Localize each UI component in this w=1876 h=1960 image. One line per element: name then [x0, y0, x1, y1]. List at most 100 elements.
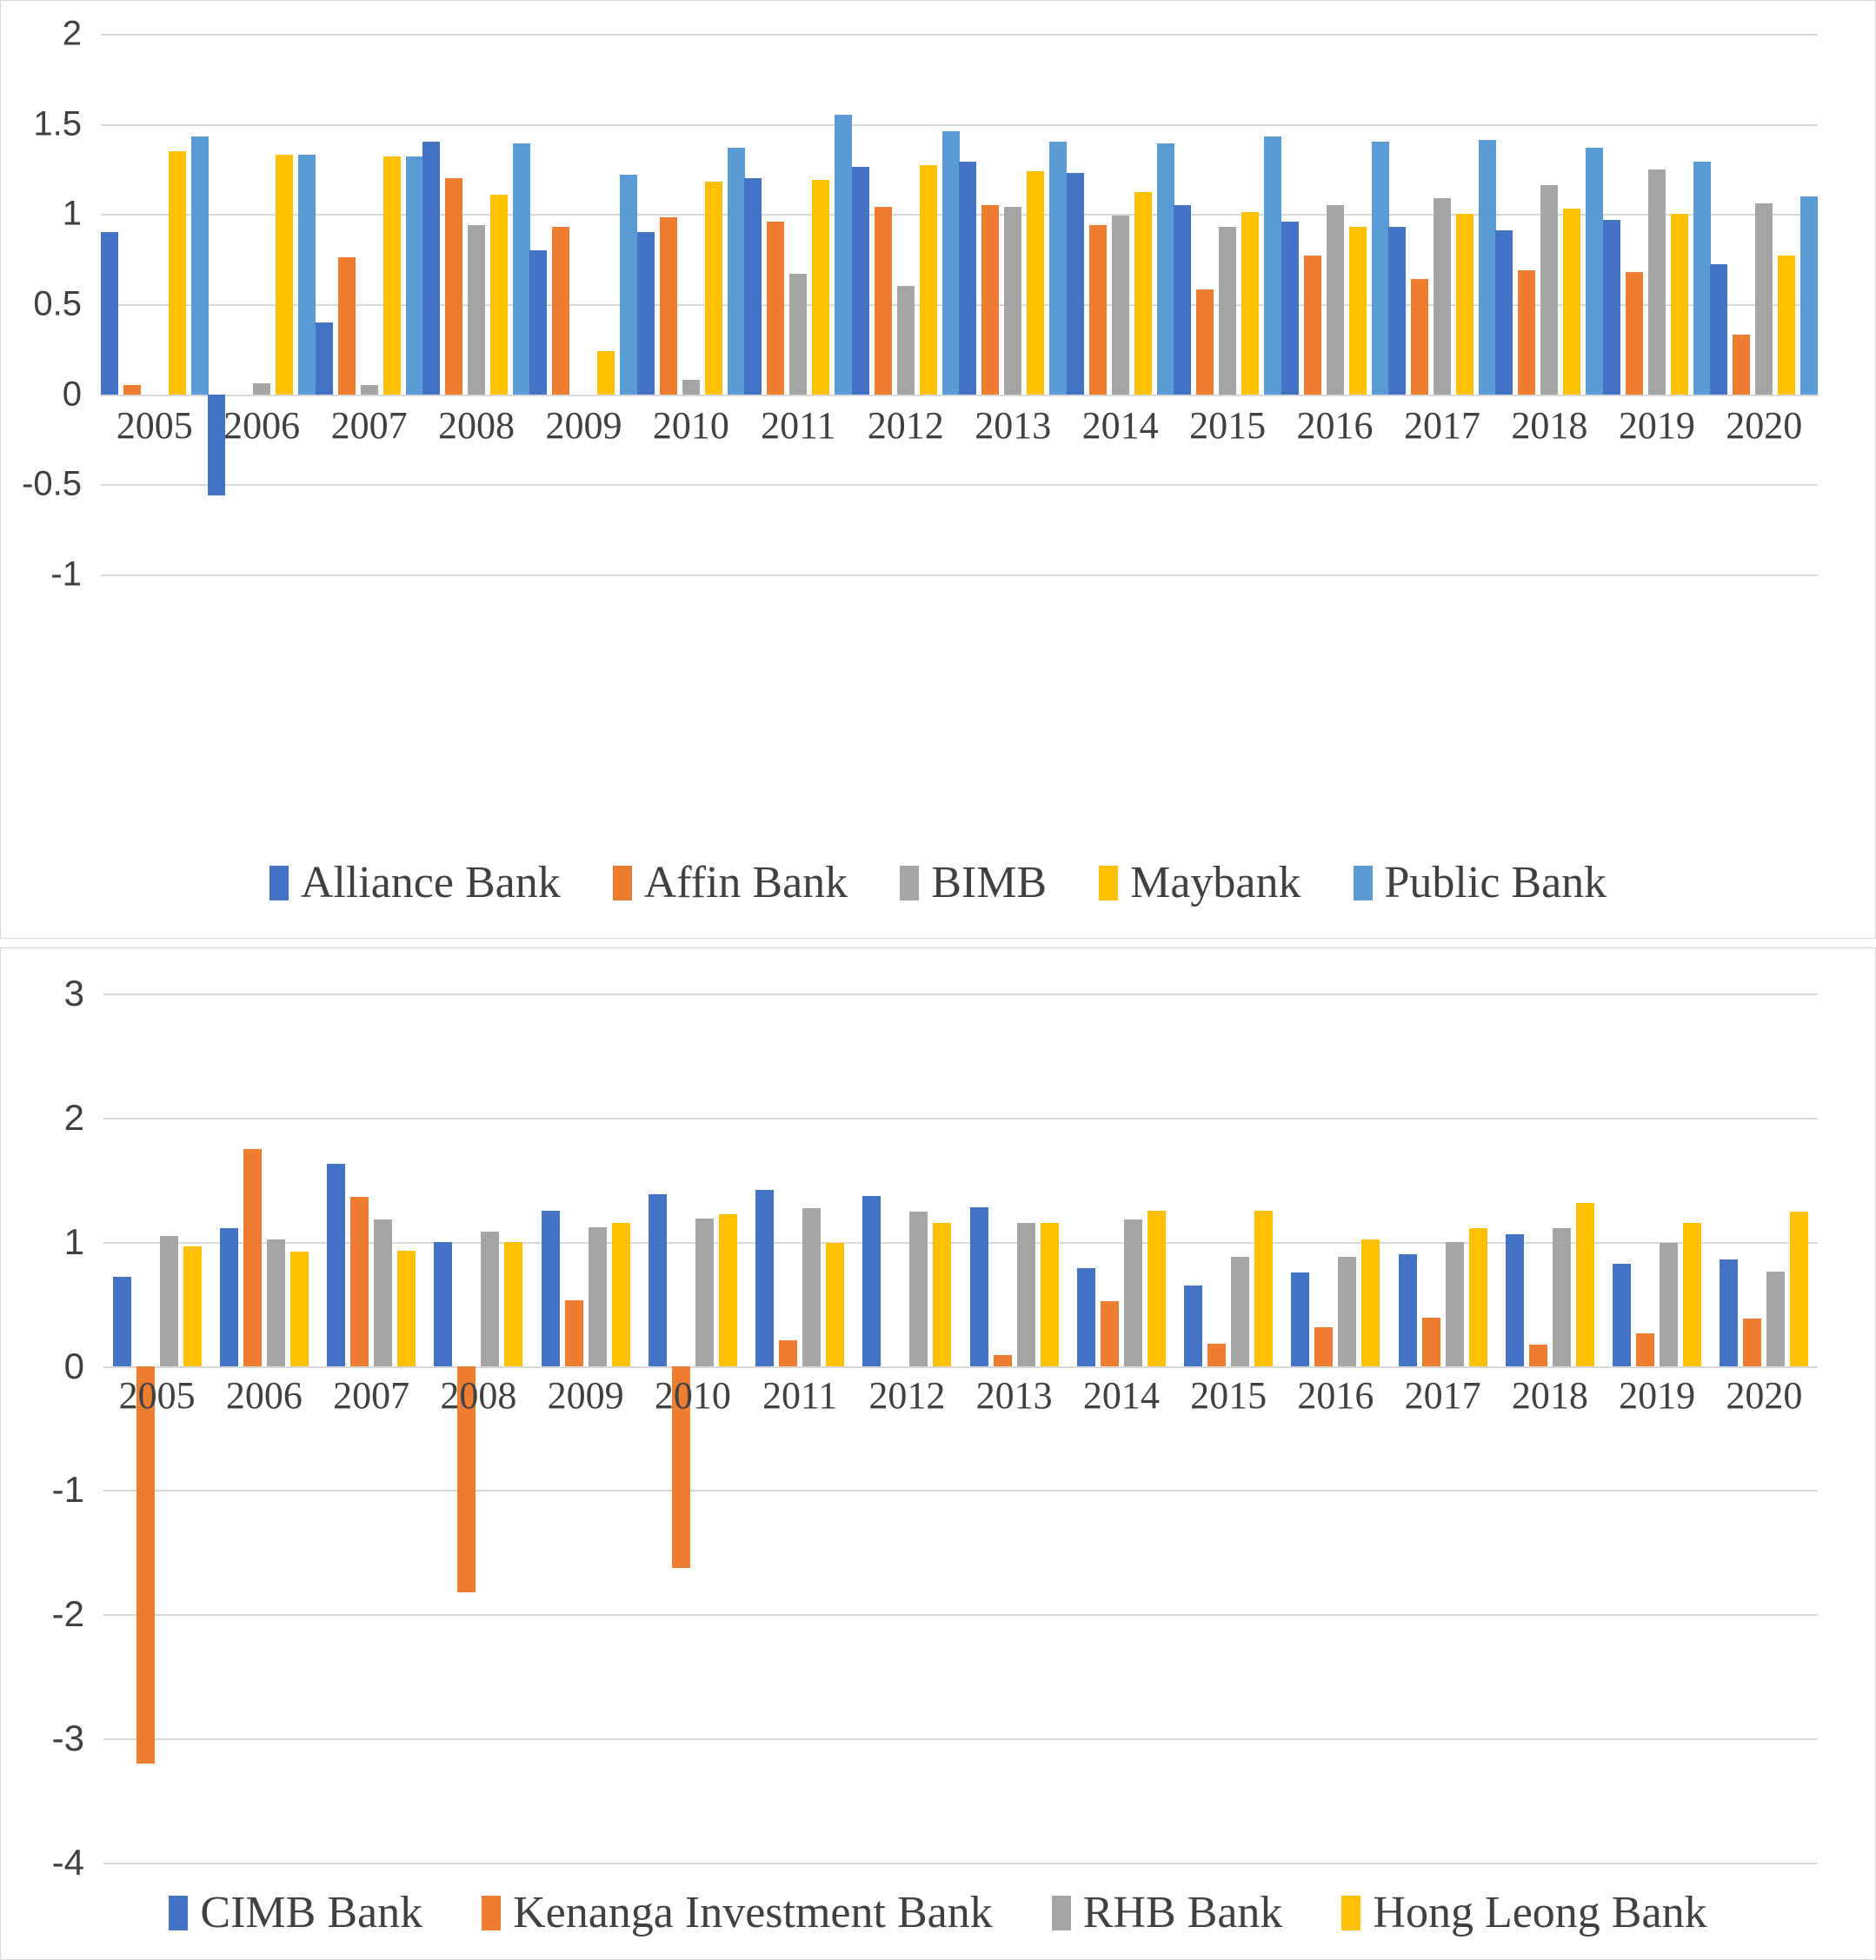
bar[interactable]	[718, 1214, 737, 1366]
bar[interactable]	[874, 207, 892, 395]
bar[interactable]	[1778, 256, 1796, 395]
bar[interactable]	[1733, 335, 1751, 395]
bar[interactable]	[276, 154, 294, 395]
bar[interactable]	[1478, 140, 1496, 395]
bar[interactable]	[1495, 229, 1513, 395]
legend-item[interactable]: Public Bank	[1353, 857, 1607, 908]
bar[interactable]	[243, 1148, 262, 1366]
bar[interactable]	[1636, 1333, 1655, 1366]
bar[interactable]	[1647, 169, 1666, 395]
bar[interactable]	[767, 221, 785, 395]
bar[interactable]	[1016, 1223, 1035, 1366]
legend-item[interactable]: Kenanga Investment Bank	[482, 1887, 993, 1938]
bar[interactable]	[289, 1252, 309, 1366]
bar[interactable]	[1433, 197, 1451, 395]
bar[interactable]	[1241, 212, 1260, 395]
bar[interactable]	[397, 1250, 416, 1366]
bar[interactable]	[636, 232, 655, 395]
bar[interactable]	[1088, 224, 1107, 395]
bar[interactable]	[168, 150, 186, 395]
legend-item[interactable]: Maybank	[1099, 857, 1301, 908]
bar[interactable]	[1563, 209, 1581, 395]
bar[interactable]	[1111, 216, 1129, 395]
bar[interactable]	[1371, 142, 1389, 395]
bar[interactable]	[648, 1194, 667, 1366]
bar[interactable]	[422, 142, 441, 395]
bar[interactable]	[219, 1228, 238, 1366]
bar[interactable]	[1134, 192, 1152, 395]
bar[interactable]	[1231, 1256, 1250, 1366]
bar[interactable]	[112, 1276, 131, 1366]
bar[interactable]	[802, 1208, 822, 1366]
bar[interactable]	[1303, 256, 1321, 395]
bar[interactable]	[779, 1339, 798, 1366]
bar[interactable]	[1207, 1343, 1227, 1366]
bar[interactable]	[744, 177, 762, 395]
bar[interactable]	[611, 1223, 630, 1366]
bar[interactable]	[1766, 1272, 1786, 1366]
bar[interactable]	[1613, 1264, 1632, 1366]
bar[interactable]	[1398, 1254, 1417, 1366]
bar[interactable]	[919, 165, 937, 395]
bar[interactable]	[374, 1219, 393, 1366]
bar[interactable]	[1100, 1301, 1119, 1366]
bar[interactable]	[1196, 289, 1214, 395]
bar[interactable]	[1281, 221, 1299, 395]
bar[interactable]	[1552, 1228, 1571, 1366]
bar[interactable]	[513, 143, 531, 395]
bar[interactable]	[789, 273, 808, 395]
bar[interactable]	[445, 177, 463, 395]
bar[interactable]	[266, 1239, 285, 1366]
bar[interactable]	[1066, 172, 1084, 395]
bar[interactable]	[1049, 142, 1068, 395]
bar[interactable]	[597, 350, 615, 395]
legend-item[interactable]: Alliance Bank	[269, 857, 561, 908]
bar[interactable]	[826, 1243, 845, 1366]
bar[interactable]	[941, 130, 960, 395]
bar[interactable]	[1076, 1267, 1095, 1366]
bar[interactable]	[481, 1232, 500, 1366]
bar[interactable]	[327, 1163, 346, 1366]
bar[interactable]	[1361, 1239, 1380, 1366]
bar[interactable]	[727, 147, 745, 395]
bar[interactable]	[100, 232, 118, 395]
bar[interactable]	[1518, 269, 1536, 395]
bar[interactable]	[1720, 1259, 1739, 1366]
bar[interactable]	[253, 383, 271, 395]
bar[interactable]	[298, 154, 316, 395]
legend-item[interactable]: Hong Leong Bank	[1341, 1887, 1707, 1938]
bar[interactable]	[1254, 1211, 1274, 1366]
bar[interactable]	[564, 1299, 583, 1366]
bar[interactable]	[682, 380, 700, 395]
legend-item[interactable]: Affin Bank	[612, 857, 848, 908]
bar[interactable]	[1468, 1228, 1487, 1366]
bar[interactable]	[1387, 226, 1406, 395]
bar[interactable]	[1264, 136, 1282, 395]
bar[interactable]	[695, 1218, 714, 1366]
bar[interactable]	[1575, 1203, 1594, 1366]
bar[interactable]	[1670, 214, 1688, 395]
bar[interactable]	[620, 174, 638, 395]
bar[interactable]	[1586, 147, 1604, 395]
bar[interactable]	[1790, 1212, 1809, 1366]
bar[interactable]	[1743, 1319, 1762, 1366]
bar[interactable]	[981, 204, 1000, 395]
bar[interactable]	[1540, 185, 1559, 395]
bar[interactable]	[1326, 204, 1344, 395]
bar[interactable]	[1184, 1285, 1203, 1366]
bar[interactable]	[405, 156, 423, 395]
bar[interactable]	[1602, 219, 1620, 395]
bar[interactable]	[468, 224, 486, 395]
bar[interactable]	[835, 115, 853, 395]
bar[interactable]	[552, 226, 570, 395]
bar[interactable]	[1291, 1272, 1310, 1366]
bar[interactable]	[541, 1211, 560, 1366]
bar[interactable]	[337, 257, 356, 395]
bar[interactable]	[350, 1197, 369, 1366]
bar[interactable]	[383, 156, 401, 395]
bar[interactable]	[1314, 1327, 1334, 1366]
bar[interactable]	[1660, 1243, 1679, 1366]
bar[interactable]	[588, 1226, 607, 1366]
bar[interactable]	[183, 1246, 202, 1366]
bar[interactable]	[1338, 1256, 1357, 1366]
